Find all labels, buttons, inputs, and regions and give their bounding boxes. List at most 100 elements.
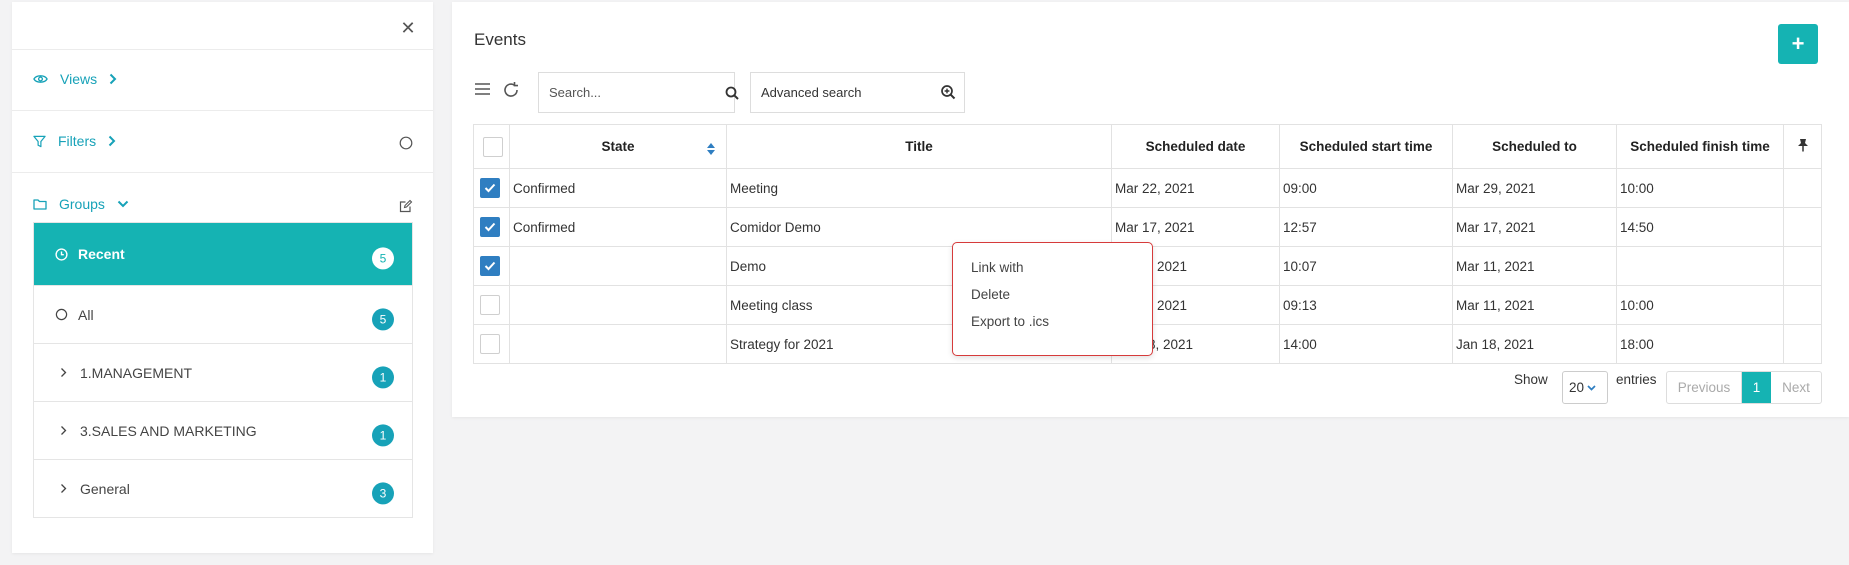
context-item-link-with[interactable]: Link with	[971, 260, 1024, 275]
table-row[interactable]: Confirmed Comidor Demo Mar 17, 2021 12:57 Ma…	[473, 207, 1822, 247]
check-icon	[484, 222, 496, 232]
start-time-cell: 09:00	[1279, 168, 1453, 208]
finish-time-cell: 10:00	[1616, 168, 1784, 208]
pin-icon[interactable]	[1797, 138, 1809, 152]
context-item-delete[interactable]: Delete	[971, 287, 1010, 302]
group-item-general[interactable]: General 3	[34, 459, 412, 517]
previous-page-button[interactable]: Previous	[1667, 372, 1742, 403]
folder-icon	[33, 199, 47, 210]
row-select-cell	[473, 207, 510, 247]
table-row[interactable]: Confirmed Meeting Mar 22, 2021 09:00 Mar 29,…	[473, 168, 1822, 208]
advanced-search-button[interactable]: Advanced search	[750, 72, 965, 113]
row-context-menu: Link with Delete Export to .ics	[952, 242, 1153, 356]
state-cell	[509, 246, 727, 286]
chevron-right-icon	[109, 73, 117, 85]
page-size-select[interactable]: 20	[1562, 371, 1608, 404]
state-cell: Confirmed	[509, 168, 727, 208]
scheduled-to-cell: Jan 18, 2021	[1452, 324, 1617, 364]
close-icon[interactable]: ✕	[397, 17, 419, 39]
group-item-all[interactable]: All 5	[34, 285, 412, 343]
views-toggle[interactable]: Views	[33, 71, 129, 87]
column-header-scheduled-date[interactable]: Scheduled date	[1111, 124, 1280, 169]
views-section: Views	[12, 49, 433, 111]
finish-time-cell: 10:00	[1616, 285, 1784, 325]
menu-icon[interactable]	[474, 82, 491, 101]
row-checkbox[interactable]	[480, 334, 500, 354]
scheduled-date-cell: Mar 17, 2021	[1111, 207, 1280, 247]
finish-time-cell	[1616, 246, 1784, 286]
chevron-right-icon[interactable]	[56, 483, 70, 494]
group-label: General	[80, 480, 130, 497]
row-checkbox[interactable]	[480, 295, 500, 315]
filters-label: Filters	[58, 133, 97, 149]
row-select-cell	[473, 246, 510, 286]
zoom-in-icon	[940, 84, 956, 103]
chevron-right-icon[interactable]	[56, 425, 70, 436]
add-event-button[interactable]: +	[1778, 24, 1818, 64]
check-icon	[484, 183, 496, 193]
column-header-scheduled-to[interactable]: Scheduled to	[1452, 124, 1617, 169]
search-box	[538, 72, 739, 113]
groups-label: Groups	[59, 196, 105, 212]
page-title: Events	[474, 30, 526, 49]
show-label: Show	[1514, 372, 1548, 387]
scheduled-to-cell: Mar 11, 2021	[1452, 246, 1617, 286]
circle-icon	[54, 308, 68, 321]
group-item-management[interactable]: 1.MANAGEMENT 1	[34, 343, 412, 401]
row-select-cell	[473, 324, 510, 364]
filters-toggle[interactable]: Filters	[33, 133, 128, 149]
sort-icon[interactable]	[706, 142, 716, 159]
chevron-down-icon	[1587, 384, 1596, 391]
table-header-row: State Title Scheduled date Scheduled sta…	[473, 124, 1822, 169]
row-select-cell	[473, 285, 510, 325]
groups-list: Recent 5 All 5 1.MANAGEMENT 1 3.SALES AN…	[33, 222, 413, 518]
eye-icon	[33, 75, 48, 83]
start-time-cell: 14:00	[1279, 324, 1453, 364]
clock-icon	[54, 247, 68, 261]
title-cell: Meeting	[726, 168, 1112, 208]
group-label: 1.MANAGEMENT	[80, 364, 193, 381]
circle-toggle-icon[interactable]	[399, 136, 413, 155]
state-cell	[509, 324, 727, 364]
views-label: Views	[60, 71, 98, 87]
select-all-checkbox[interactable]	[483, 136, 503, 157]
search-icon[interactable]	[725, 86, 739, 100]
refresh-icon[interactable]	[502, 81, 520, 104]
groups-toggle[interactable]: Groups	[33, 196, 141, 212]
state-cell: Confirmed	[509, 207, 727, 247]
page-1-button[interactable]: 1	[1742, 372, 1771, 403]
finish-time-cell: 18:00	[1616, 324, 1784, 364]
chevron-right-icon[interactable]	[56, 367, 70, 378]
finish-time-cell: 14:50	[1616, 207, 1784, 247]
row-checkbox[interactable]	[480, 178, 500, 198]
filter-icon	[33, 135, 46, 147]
chevron-right-icon	[108, 135, 116, 147]
entries-label: entries	[1616, 372, 1657, 387]
next-page-button[interactable]: Next	[1771, 372, 1821, 403]
row-checkbox[interactable]	[480, 217, 500, 237]
start-time-cell: 12:57	[1279, 207, 1453, 247]
scheduled-date-cell: Mar 22, 2021	[1111, 168, 1280, 208]
pin-column-cell	[1783, 124, 1822, 169]
context-item-export-ics[interactable]: Export to .ics	[971, 314, 1049, 329]
start-time-cell: 10:07	[1279, 246, 1453, 286]
column-header-finish-time[interactable]: Scheduled finish time	[1616, 124, 1784, 169]
state-cell	[509, 285, 727, 325]
group-item-recent[interactable]: Recent 5	[34, 223, 412, 285]
group-label: Recent	[78, 246, 125, 262]
scheduled-to-cell: Mar 11, 2021	[1452, 285, 1617, 325]
title-cell: Comidor Demo	[726, 207, 1112, 247]
column-header-start-time[interactable]: Scheduled start time	[1279, 124, 1453, 169]
page-size-value: 20	[1569, 380, 1585, 395]
edit-icon[interactable]	[399, 199, 413, 218]
row-checkbox[interactable]	[480, 256, 500, 276]
pin-cell	[1783, 285, 1822, 325]
scheduled-to-cell: Mar 29, 2021	[1452, 168, 1617, 208]
check-icon	[484, 261, 496, 271]
column-header-state[interactable]: State	[509, 124, 727, 169]
count-badge: 5	[372, 247, 394, 270]
search-input[interactable]	[539, 73, 725, 112]
events-panel: Events + Advanced search State	[452, 2, 1849, 417]
column-header-title[interactable]: Title	[726, 124, 1112, 169]
group-item-sales-marketing[interactable]: 3.SALES AND MARKETING 1	[34, 401, 412, 459]
